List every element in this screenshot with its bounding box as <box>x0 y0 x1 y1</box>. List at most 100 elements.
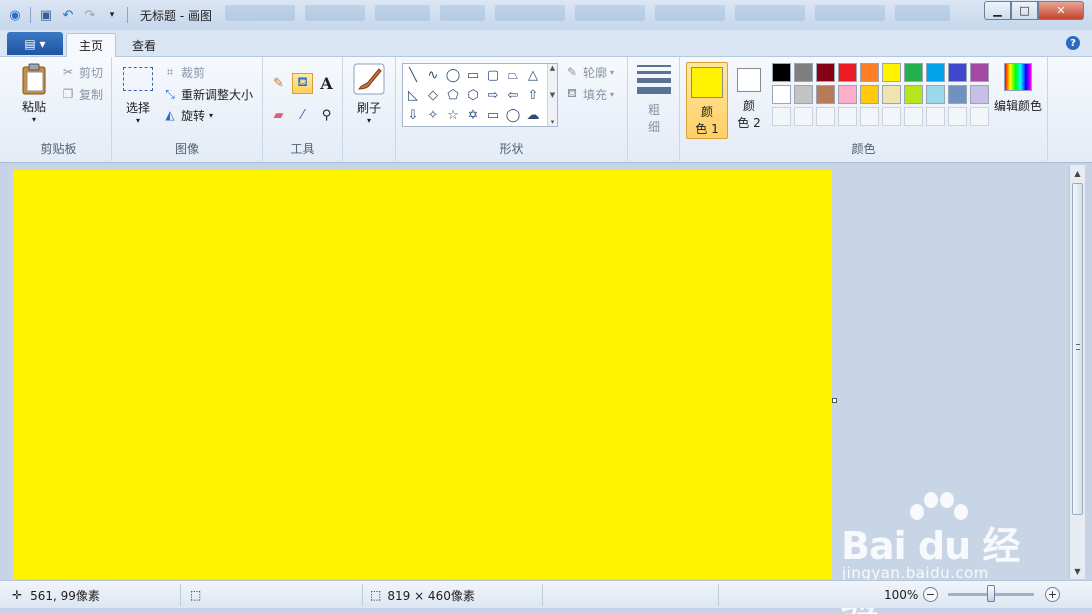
four-point-star-shape-icon[interactable]: ✧ <box>423 105 443 125</box>
scrollbar-thumb[interactable] <box>1072 183 1083 515</box>
copy-button[interactable]: ❐ 复制 <box>60 84 103 104</box>
color1-button[interactable]: 颜 色 1 <box>686 62 728 139</box>
right-triangle-shape-icon[interactable]: ◺ <box>403 85 423 105</box>
palette-swatch[interactable] <box>904 85 923 104</box>
line-shape-icon[interactable]: ╲ <box>403 65 423 85</box>
scroll-up-icon[interactable]: ▲ <box>550 64 555 72</box>
custom-color-slot[interactable] <box>970 107 989 126</box>
undo-icon[interactable]: ↶ <box>59 6 77 24</box>
paint-menu-button[interactable]: ▤ ▾ <box>7 32 63 55</box>
palette-swatch[interactable] <box>926 85 945 104</box>
palette-swatch[interactable] <box>794 63 813 82</box>
scroll-up-arrow-icon[interactable]: ▲ <box>1070 165 1085 181</box>
edit-colors-button[interactable]: 编辑颜色 <box>990 63 1046 114</box>
palette-swatch[interactable] <box>816 63 835 82</box>
rotate-button[interactable]: ◭ 旋转 ▾ <box>162 105 213 125</box>
color2-button[interactable]: 颜 色 2 <box>730 62 768 139</box>
pentagon-shape-icon[interactable]: ⬠ <box>443 85 463 105</box>
palette-swatch[interactable] <box>860 63 879 82</box>
paint-app-icon[interactable]: ◉ <box>6 6 24 24</box>
redo-icon[interactable]: ↷ <box>81 6 99 24</box>
palette-swatch[interactable] <box>970 85 989 104</box>
fill-button[interactable]: ⛾ 填充 ▾ <box>564 84 614 104</box>
palette-swatch[interactable] <box>948 63 967 82</box>
palette-swatch[interactable] <box>970 63 989 82</box>
save-icon[interactable]: ▣ <box>37 6 55 24</box>
shapes-gallery-scroll[interactable]: ▲ ▼ ▾ <box>547 64 557 126</box>
outline-button[interactable]: ✎ 轮廓 ▾ <box>564 62 614 82</box>
zoom-slider-thumb[interactable] <box>987 585 995 602</box>
hexagon-shape-icon[interactable]: ⬡ <box>463 85 483 105</box>
text-tool-icon[interactable]: A <box>316 73 337 94</box>
palette-swatch[interactable] <box>882 63 901 82</box>
palette-swatch[interactable] <box>772 63 791 82</box>
fill-dropdown-icon[interactable]: ▾ <box>610 90 614 99</box>
palette-swatch[interactable] <box>948 85 967 104</box>
cut-button[interactable]: ✂ 剪切 <box>60 62 103 82</box>
drawing-canvas[interactable] <box>13 170 832 579</box>
palette-swatch[interactable] <box>816 85 835 104</box>
polygon-shape-icon[interactable]: ⏢ <box>503 65 523 85</box>
custom-color-slot[interactable] <box>794 107 813 126</box>
tab-home[interactable]: 主页 <box>66 33 117 57</box>
custom-color-slot[interactable] <box>926 107 945 126</box>
palette-swatch[interactable] <box>860 85 879 104</box>
eraser-icon[interactable]: ▰ <box>268 105 289 126</box>
magnifier-icon[interactable]: ⚲ <box>316 105 337 126</box>
custom-color-slot[interactable] <box>904 107 923 126</box>
brushes-dropdown-icon[interactable]: ▾ <box>367 116 371 125</box>
oval-callout-shape-icon[interactable]: ◯ <box>503 105 523 125</box>
curve-shape-icon[interactable]: ∿ <box>423 65 443 85</box>
rounded-rectangle-shape-icon[interactable]: ▢ <box>483 65 503 85</box>
outline-dropdown-icon[interactable]: ▾ <box>610 68 614 77</box>
palette-swatch[interactable] <box>926 63 945 82</box>
five-point-star-shape-icon[interactable]: ☆ <box>443 105 463 125</box>
custom-color-slot[interactable] <box>882 107 901 126</box>
up-arrow-shape-icon[interactable]: ⇧ <box>523 85 543 105</box>
rounded-callout-shape-icon[interactable]: ▭ <box>483 105 503 125</box>
six-point-star-shape-icon[interactable]: ✡ <box>463 105 483 125</box>
oval-shape-icon[interactable]: ◯ <box>443 65 463 85</box>
rotate-dropdown-icon[interactable]: ▾ <box>209 111 213 120</box>
pencil-icon[interactable]: ✎ <box>268 73 289 94</box>
vertical-scrollbar[interactable]: ▲ ▼ <box>1069 165 1085 579</box>
custom-color-slot[interactable] <box>860 107 879 126</box>
diamond-shape-icon[interactable]: ◇ <box>423 85 443 105</box>
tab-view[interactable]: 查看 <box>120 33 168 57</box>
fill-bucket-icon[interactable]: ⛾ <box>292 73 313 94</box>
color-picker-icon[interactable]: ⁄ <box>292 105 313 126</box>
minimize-button[interactable]: ▁ <box>984 1 1011 20</box>
select-dropdown-icon[interactable]: ▾ <box>136 116 140 125</box>
palette-swatch[interactable] <box>838 85 857 104</box>
paste-button[interactable]: 粘贴 ▾ <box>14 63 54 124</box>
cloud-callout-shape-icon[interactable]: ☁ <box>523 105 543 125</box>
triangle-shape-icon[interactable]: △ <box>523 65 543 85</box>
size-button[interactable]: 粗 细 <box>634 65 674 136</box>
palette-swatch[interactable] <box>772 85 791 104</box>
rectangle-shape-icon[interactable]: ▭ <box>463 65 483 85</box>
resize-button[interactable]: ⤡ 重新调整大小 <box>162 84 253 104</box>
gallery-expand-icon[interactable]: ▾ <box>551 118 555 126</box>
zoom-out-button[interactable]: − <box>923 587 938 602</box>
scroll-down-arrow-icon[interactable]: ▼ <box>1070 563 1085 579</box>
palette-swatch[interactable] <box>794 85 813 104</box>
canvas-resize-handle-right[interactable] <box>832 398 837 403</box>
paste-dropdown-icon[interactable]: ▾ <box>32 115 36 124</box>
scroll-down-icon[interactable]: ▼ <box>550 91 555 99</box>
palette-swatch[interactable] <box>882 85 901 104</box>
brushes-button[interactable]: 刷子 ▾ <box>351 63 387 125</box>
left-arrow-shape-icon[interactable]: ⇦ <box>503 85 523 105</box>
right-arrow-shape-icon[interactable]: ⇨ <box>483 85 503 105</box>
palette-swatch[interactable] <box>838 63 857 82</box>
palette-swatch[interactable] <box>904 63 923 82</box>
help-icon[interactable]: ? <box>1066 36 1080 50</box>
down-arrow-shape-icon[interactable]: ⇩ <box>403 105 423 125</box>
custom-color-slot[interactable] <box>816 107 835 126</box>
zoom-in-button[interactable]: + <box>1045 587 1060 602</box>
crop-button[interactable]: ⌗ 裁剪 <box>162 62 205 82</box>
close-button[interactable]: ✕ <box>1038 1 1084 20</box>
customize-qat-icon[interactable]: ▾ <box>103 6 121 24</box>
custom-color-slot[interactable] <box>838 107 857 126</box>
select-button[interactable]: 选择 ▾ <box>120 67 156 125</box>
custom-color-slot[interactable] <box>772 107 791 126</box>
